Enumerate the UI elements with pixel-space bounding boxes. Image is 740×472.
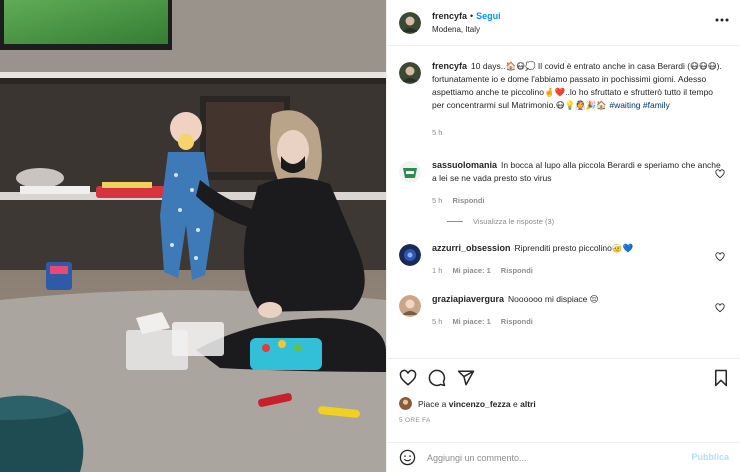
share-icon[interactable]	[457, 369, 475, 387]
action-icons-row	[399, 367, 729, 389]
comments-list[interactable]: frencyfa 10 days..🏠😷💭 Il covid è entrato …	[387, 46, 740, 358]
heart-icon[interactable]	[399, 369, 417, 387]
comment-time[interactable]: 5 h	[432, 196, 442, 205]
publish-button[interactable]: Pubblica	[691, 452, 729, 462]
liked-by-others[interactable]: altri	[520, 399, 536, 409]
caption-time[interactable]: 5 h	[432, 128, 442, 137]
header-text: frencyfa • Segui Modena, Italy	[432, 10, 501, 36]
comment-time[interactable]: 1 h	[432, 266, 442, 275]
caption-author[interactable]: frencyfa	[432, 61, 467, 71]
more-options-icon[interactable]	[715, 13, 729, 27]
bookmark-icon[interactable]	[713, 369, 729, 387]
comment-like-icon[interactable]	[715, 169, 725, 179]
caption-avatar[interactable]	[399, 62, 421, 84]
caption-hashtags[interactable]: #waiting #family	[609, 100, 669, 110]
liked-by-prefix: Piace a	[418, 398, 447, 409]
view-replies-button[interactable]: Visualizza le risposte (3)	[447, 217, 727, 226]
comment-like-icon[interactable]	[715, 252, 725, 262]
comment-likes-count[interactable]: Mi piace: 1	[452, 317, 490, 326]
view-replies-label: Visualizza le risposte (3)	[473, 217, 555, 226]
reply-button[interactable]: Rispondi	[501, 266, 533, 275]
comment-text: Noooooo mi dispiace 😔	[508, 294, 599, 304]
author-avatar[interactable]	[399, 11, 421, 34]
instagram-post-view: frencyfa • Segui Modena, Italy frencyfa 10 …	[0, 0, 740, 472]
post-photo[interactable]	[0, 0, 386, 472]
liked-by-user[interactable]: vincenzo_fezza	[449, 399, 511, 409]
comment-item: sassuolomania In bocca al lupo alla picco…	[399, 159, 727, 207]
replies-line	[447, 221, 463, 222]
photo-illustration	[0, 0, 386, 472]
comment-author[interactable]: graziapiavergura	[432, 294, 504, 304]
comment-author[interactable]: azzurri_obsession	[432, 243, 511, 253]
emoji-icon[interactable]	[399, 449, 416, 466]
post-location[interactable]: Modena, Italy	[432, 23, 501, 36]
comment-likes-count[interactable]: Mi piace: 1	[452, 266, 490, 275]
caption: frencyfa 10 days..🏠😷💭 Il covid è entrato …	[399, 60, 727, 139]
post-time-ago[interactable]: 5 ORE FA	[399, 417, 729, 424]
comment-item: graziapiavergura Noooooo mi dispiace 😔 5 …	[399, 293, 727, 328]
liked-by: Piace a vincenzo_fezza e altri	[399, 397, 729, 410]
post-side-panel: frencyfa • Segui Modena, Italy frencyfa 10 …	[386, 0, 740, 472]
post-actions: Piace a vincenzo_fezza e altri 5 ORE FA	[387, 358, 740, 442]
liked-by-conj: e	[513, 398, 518, 409]
comment-text: Riprenditi presto piccolino🤕💙	[514, 243, 634, 253]
caption-text: 10 days..🏠😷💭 Il covid è entrato anche in…	[432, 61, 722, 110]
comment-item: azzurri_obsession Riprenditi presto picco…	[399, 242, 727, 277]
comment-avatar[interactable]	[399, 161, 421, 183]
author-username[interactable]: frencyfa	[432, 11, 467, 21]
add-comment-bar: Pubblica	[387, 442, 740, 472]
reply-button[interactable]: Rispondi	[452, 196, 484, 205]
avatar-image	[399, 11, 421, 34]
comment-avatar[interactable]	[399, 244, 421, 266]
separator-dot: •	[470, 10, 474, 21]
post-header: frencyfa • Segui Modena, Italy	[387, 0, 740, 46]
liker-avatar[interactable]	[399, 397, 412, 410]
comment-icon[interactable]	[428, 369, 446, 387]
follow-button[interactable]: Segui	[476, 11, 501, 21]
comment-avatar[interactable]	[399, 295, 421, 317]
comment-time[interactable]: 5 h	[432, 317, 442, 326]
comment-like-icon[interactable]	[715, 303, 725, 313]
comment-author[interactable]: sassuolomania	[432, 160, 497, 170]
comment-input[interactable]	[427, 452, 687, 463]
reply-button[interactable]: Rispondi	[501, 317, 533, 326]
